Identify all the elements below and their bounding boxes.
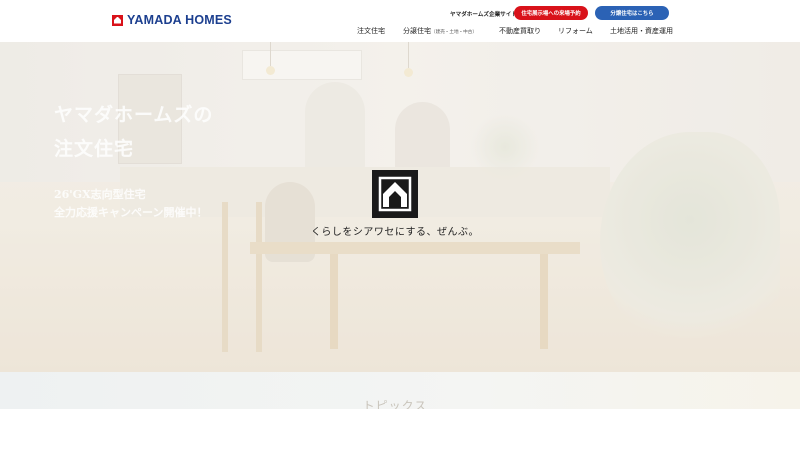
nav-item-reform[interactable]: リフォーム	[558, 26, 593, 36]
nav-item-real-estate-purchase[interactable]: 不動産買取り	[499, 26, 541, 36]
hero-title-line: ヤマダホームズの	[54, 104, 214, 126]
subdivision-housing-button[interactable]: 分譲住宅はこちら	[595, 6, 669, 20]
nav-item-label: リフォーム	[558, 27, 593, 35]
site-header: YAMADA HOMES ヤマダホームズ企業サイト 住宅展示場への来場予約 分譲…	[0, 0, 800, 42]
hero-tagline: くらしをシアワセにする、ぜんぶ。	[310, 227, 480, 238]
hero-title: ヤマダホームズの 注文住宅	[54, 98, 213, 166]
nav-item-custom-homes[interactable]: 注文住宅	[357, 26, 385, 36]
nav-item-label: 土地活用・資産運用	[610, 27, 673, 35]
showroom-reservation-button[interactable]: 住宅展示場への来場予約	[514, 6, 588, 20]
page-content-area	[0, 409, 800, 450]
hero-campaign-text[interactable]: 26'GX志向型住宅 全力応援キャンペーン開催中！	[54, 186, 207, 222]
nav-item-subdivision-homes[interactable]: 分譲住宅（建売・土地・中古）	[403, 26, 477, 36]
nav-item-label: 分譲住宅	[403, 27, 431, 35]
house-emblem-icon	[372, 170, 418, 218]
main-nav: 注文住宅 分譲住宅（建売・土地・中古） 不動産買取り リフォーム 土地活用・資産…	[0, 26, 800, 36]
logo-text: YAMADA HOMES	[127, 13, 232, 27]
campaign-line: 全力応援キャンペーン開催中！	[54, 206, 208, 219]
house-logo-icon	[112, 14, 123, 26]
corporate-site-link[interactable]: ヤマダホームズ企業サイト	[450, 10, 517, 18]
nav-item-sublabel: （建売・土地・中古）	[431, 30, 477, 35]
nav-item-label: 不動産買取り	[499, 27, 541, 35]
hero-banner[interactable]: ヤマダホームズの 注文住宅 26'GX志向型住宅 全力応援キャンペーン開催中！ …	[0, 42, 800, 372]
nav-item-label: 注文住宅	[357, 27, 385, 35]
hero-title-line: 注文住宅	[54, 138, 135, 160]
topics-heading: トピックス	[362, 399, 428, 409]
campaign-line: 26'GX志向型住宅	[54, 188, 146, 201]
nav-item-land-use[interactable]: 土地活用・資産運用	[610, 26, 673, 36]
yamada-homes-logo[interactable]: YAMADA HOMES	[112, 13, 232, 27]
